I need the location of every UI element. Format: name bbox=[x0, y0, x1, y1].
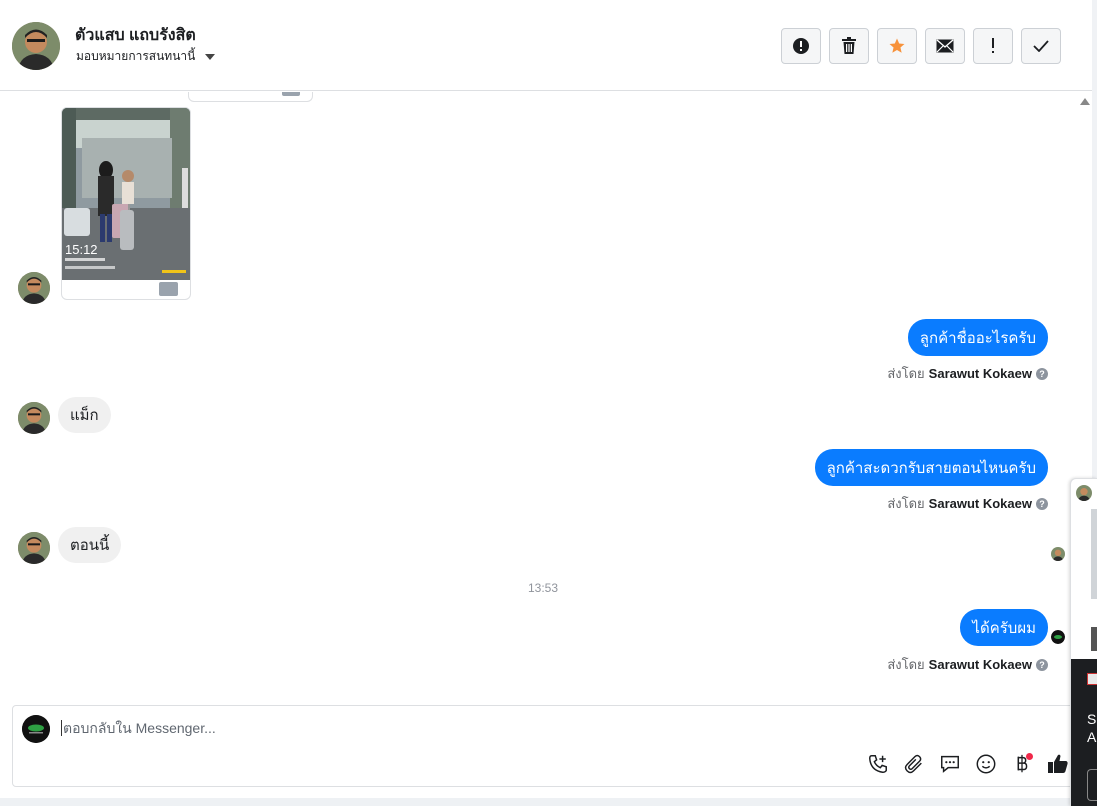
alert-circle-icon bbox=[793, 38, 809, 54]
envelope-icon bbox=[936, 39, 954, 53]
paperclip-icon[interactable] bbox=[902, 752, 926, 776]
image-attachment[interactable]: 15:12 bbox=[61, 107, 191, 300]
contact-name[interactable]: ตัวแสบ แถบรังสิต bbox=[75, 23, 196, 48]
contact-avatar-small bbox=[18, 272, 50, 304]
report-button[interactable] bbox=[781, 28, 821, 64]
sent-by-name: Sarawut Kokaew bbox=[928, 496, 1032, 511]
assign-conversation-dropdown[interactable]: มอบหมายการสนทนานี้ bbox=[76, 47, 216, 66]
reply-composer bbox=[12, 705, 1075, 787]
chat-bubble-icon[interactable] bbox=[938, 752, 962, 776]
star-button[interactable] bbox=[877, 28, 917, 64]
message-timestamp: 13:53 bbox=[527, 581, 559, 595]
side-panel-thumb bbox=[1091, 627, 1097, 651]
photo-timestamp-overlay: 15:12 bbox=[65, 242, 98, 257]
notification-dot bbox=[1026, 753, 1033, 760]
attachment-thumbnail bbox=[282, 92, 300, 96]
mark-unread-button[interactable] bbox=[925, 28, 965, 64]
sent-by-name: Sarawut Kokaew bbox=[928, 366, 1032, 381]
done-button[interactable] bbox=[1021, 28, 1061, 64]
help-icon[interactable]: ? bbox=[1036, 367, 1048, 380]
previous-attachment-card[interactable] bbox=[188, 92, 313, 102]
sent-by-line: ส่งโดย Sarawut Kokaew ? bbox=[887, 363, 1048, 384]
sent-by-prefix: ส่งโดย bbox=[887, 657, 925, 672]
baht-icon[interactable] bbox=[1010, 752, 1034, 776]
exclamation-icon bbox=[992, 38, 994, 53]
composer-tools bbox=[866, 752, 1070, 776]
conversation-actions bbox=[781, 28, 1061, 64]
help-icon[interactable]: ? bbox=[1036, 658, 1048, 671]
side-panel-avatar bbox=[1076, 485, 1092, 501]
outgoing-message[interactable]: ได้ครับผม bbox=[960, 609, 1048, 646]
side-panel-text-2: A bbox=[1087, 729, 1097, 745]
outgoing-message[interactable]: ลูกค้าสะดวกรับสายตอนไหนครับ bbox=[814, 449, 1048, 486]
outgoing-message[interactable]: ลูกค้าชื่ออะไรครับ bbox=[907, 319, 1048, 356]
seen-indicator-avatar bbox=[1051, 547, 1065, 561]
page-seen-indicator bbox=[1051, 630, 1065, 644]
side-panel-button[interactable] bbox=[1087, 769, 1097, 801]
important-button[interactable] bbox=[973, 28, 1013, 64]
sent-by-prefix: ส่งโดย bbox=[887, 496, 925, 511]
side-popup-panel[interactable]: S A bbox=[1070, 478, 1097, 806]
bottom-strip bbox=[0, 798, 1097, 806]
assign-label: มอบหมายการสนทนานี้ bbox=[76, 49, 196, 63]
contact-avatar-small bbox=[18, 402, 50, 434]
contact-avatar[interactable] bbox=[12, 22, 60, 70]
sent-by-name: Sarawut Kokaew bbox=[928, 657, 1032, 672]
sent-by-prefix: ส่งโดย bbox=[887, 366, 925, 381]
scroll-up-arrow-icon[interactable] bbox=[1080, 98, 1090, 105]
side-panel-text-1: S bbox=[1087, 711, 1097, 727]
sent-by-line: ส่งโดย Sarawut Kokaew ? bbox=[887, 654, 1048, 675]
incoming-message[interactable]: แม็ก bbox=[58, 397, 111, 433]
conversation-header: ตัวแสบ แถบรังสิต มอบหมายการสนทนานี้ bbox=[0, 0, 1092, 91]
thumbs-up-icon[interactable] bbox=[1046, 752, 1070, 776]
phone-plus-icon[interactable] bbox=[866, 752, 890, 776]
help-icon[interactable]: ? bbox=[1036, 497, 1048, 510]
delete-button[interactable] bbox=[829, 28, 869, 64]
chevron-down-icon bbox=[205, 53, 216, 60]
sent-by-line: ส่งโดย Sarawut Kokaew ? bbox=[887, 493, 1048, 514]
contact-avatar-small bbox=[18, 532, 50, 564]
side-panel-preview bbox=[1091, 509, 1097, 599]
check-icon bbox=[1033, 40, 1049, 52]
message-thread[interactable]: 15:12 ลูกค้าชื่ออะไรครับ ส่งโดย Sarawut … bbox=[0, 92, 1075, 702]
attachment-photo[interactable]: 15:12 bbox=[62, 108, 190, 280]
trash-icon bbox=[842, 37, 856, 54]
attachment-thumbnail bbox=[159, 282, 178, 296]
star-icon bbox=[889, 38, 905, 53]
calendar-icon bbox=[1087, 673, 1097, 685]
side-panel-dark-section: S A bbox=[1071, 659, 1097, 806]
smiley-icon[interactable] bbox=[974, 752, 998, 776]
incoming-message[interactable]: ตอนนี้ bbox=[58, 527, 122, 563]
reply-input[interactable] bbox=[61, 720, 961, 736]
page-logo bbox=[22, 715, 50, 743]
